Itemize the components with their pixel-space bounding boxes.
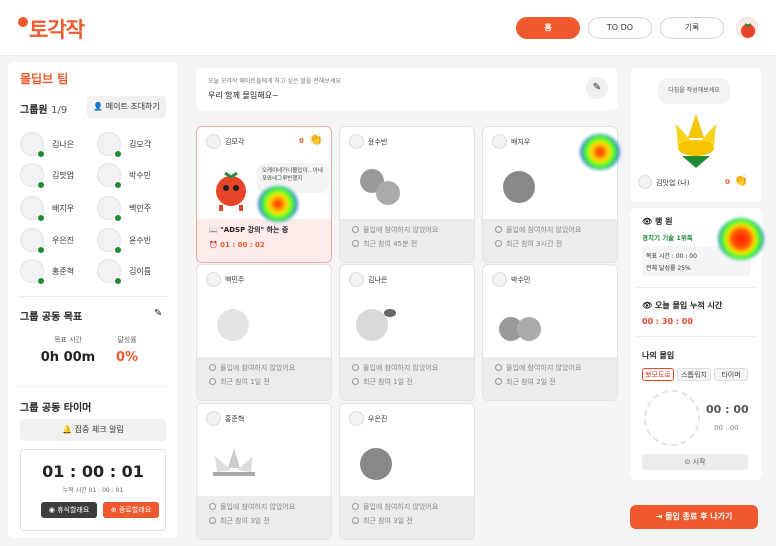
tomato-icon bbox=[360, 448, 392, 480]
exit-focus-button[interactable]: ⇥ 몰입 종료 후 나가기 bbox=[630, 505, 758, 529]
team-title: 몰딥브 팀 bbox=[20, 72, 69, 86]
edit-message-button[interactable]: ✎ bbox=[586, 77, 608, 99]
member-item[interactable]: 홍준혁 bbox=[20, 259, 90, 285]
user-icon: 👤 bbox=[93, 102, 104, 111]
tab-timer[interactable]: 타이머 bbox=[714, 368, 748, 381]
divider bbox=[18, 296, 168, 297]
onion-icon bbox=[217, 309, 249, 341]
eye-icon: 👁 bbox=[642, 217, 653, 226]
cheer-count: 0 bbox=[299, 137, 304, 145]
tab-stopwatch[interactable]: 스톱워치 bbox=[677, 368, 711, 381]
member-item[interactable]: 김맛업 bbox=[20, 163, 90, 189]
member-card[interactable]: 김나은 몰입에 참여하지 않았어요 최근 참여 1일 전 bbox=[339, 264, 475, 401]
member-item[interactable]: 박수민 bbox=[97, 163, 167, 189]
my-goal-rate: 전체 달성률 25% bbox=[646, 265, 691, 272]
profile-avatar[interactable] bbox=[736, 17, 758, 39]
attention-heatmap bbox=[258, 186, 298, 222]
rank-title: 👁 랭 원 bbox=[642, 217, 673, 226]
timer-dial[interactable] bbox=[644, 390, 700, 446]
group-timer-total: 누적 시간 01 : 00 : 01 bbox=[62, 487, 124, 494]
cherry-icon bbox=[499, 317, 541, 341]
nav-record[interactable]: 기록 bbox=[660, 17, 724, 39]
tomato-character-icon bbox=[216, 171, 246, 211]
member-card[interactable]: 윤수빈 몰입에 참여하지 않았어요 최근 참여 45분 전 bbox=[339, 126, 475, 263]
my-cheer-count: 0 bbox=[725, 178, 730, 186]
timer-clock-sub: 00 : 00 bbox=[714, 424, 739, 432]
bell-icon: 🔔 bbox=[62, 425, 73, 434]
pencil-icon: ✎ bbox=[592, 82, 602, 93]
tomato-icon bbox=[503, 171, 535, 203]
timer-clock: 00 : 00 bbox=[706, 403, 749, 416]
message-text[interactable]: 우리 함께 몰입해요~ bbox=[208, 90, 279, 101]
book-icon: 📖 bbox=[209, 226, 218, 234]
team-sidebar: 몰딥브 팀 그룹원 1/9 👤 메이트 초대하기 김나은 김모각 김맛업 박수민… bbox=[8, 62, 178, 538]
member-card[interactable]: 백민주 몰입에 참여하지 않았어요 최근 참여 1일 전 bbox=[196, 264, 332, 401]
clap-icon[interactable]: 👏 bbox=[734, 174, 748, 187]
member-item[interactable]: 김모각 bbox=[97, 132, 167, 158]
my-name: 김맛업 (나) bbox=[656, 179, 690, 187]
resolution-bubble[interactable]: 다짐을 작성해보세요 bbox=[658, 78, 730, 104]
member-card[interactable]: 우은진 몰입에 참여하지 않았어요 최근 참여 3일 전 bbox=[339, 403, 475, 540]
my-profile-panel: 다짐을 작성해보세요 김맛업 (나) 0 👏 bbox=[630, 68, 762, 202]
divider bbox=[18, 386, 168, 387]
goal-time-value: 0h 00m bbox=[40, 350, 96, 365]
start-button[interactable]: ⊙ 시작 bbox=[642, 454, 748, 470]
exit-icon: ⇥ bbox=[655, 512, 663, 521]
attention-heatmap bbox=[580, 134, 620, 170]
nav-todo[interactable]: TO DO bbox=[588, 17, 652, 39]
double-tomato-icon bbox=[360, 169, 400, 205]
clap-icon[interactable]: 👏 bbox=[309, 133, 323, 146]
card-status: 📖 "ADSP 강의" 하는 중 bbox=[209, 226, 289, 234]
play-icon: ⊙ bbox=[684, 458, 691, 466]
app-logo[interactable]: 토각작 bbox=[18, 14, 85, 44]
tab-pomodoro[interactable]: 뽀모도로 bbox=[642, 368, 674, 381]
goal-time-label: 목표 시간 bbox=[54, 336, 82, 344]
group-timer-box: 01 : 00 : 01 누적 시간 01 : 00 : 01 ◉ 휴식할래요 … bbox=[20, 449, 166, 531]
rank-sub: 경치기 기술 1위독 bbox=[642, 234, 693, 242]
group-timer-title: 그룹 공동 타이머 bbox=[20, 403, 92, 414]
message-prompt: 오늘 모각작 메이트들에게 하고 싶은 말을 전해보세요 bbox=[208, 78, 341, 85]
lotus-icon bbox=[213, 448, 255, 476]
my-focus-title: 나의 몰입 bbox=[642, 351, 675, 360]
goal-rate-value: 0% bbox=[115, 350, 139, 365]
today-time: 00 : 30 : 00 bbox=[642, 317, 693, 326]
nav-home[interactable]: 홈 bbox=[516, 17, 580, 39]
edit-icon[interactable]: ✎ bbox=[154, 308, 162, 319]
eye-icon: 👁 bbox=[642, 301, 653, 310]
member-item[interactable]: 백민주 bbox=[97, 196, 167, 222]
member-item[interactable]: 윤수빈 bbox=[97, 228, 167, 254]
member-item[interactable]: 김이름 bbox=[97, 259, 167, 285]
group-goal-title: 그룹 공동 목표 bbox=[20, 312, 83, 323]
message-box: 오늘 모각작 메이트들에게 하고 싶은 말을 전해보세요 우리 함께 몰입해요~… bbox=[196, 68, 618, 110]
card-time: ⏰ 01 : 00 : 02 bbox=[209, 241, 265, 249]
end-button[interactable]: ⊕ 종료할래요 bbox=[103, 502, 159, 518]
today-title: 👁 오늘 몰입 누적 시간 bbox=[642, 301, 723, 310]
tomato-icon bbox=[741, 23, 755, 38]
invite-mate-button[interactable]: 👤 메이트 초대하기 bbox=[87, 96, 166, 118]
orange-icon bbox=[356, 309, 396, 341]
member-card[interactable]: 홍준혁 몰입에 참여하지 않았어요 최근 참여 3일 전 bbox=[196, 403, 332, 540]
member-item[interactable]: 김나은 bbox=[20, 132, 90, 158]
alarm-icon: ⏰ bbox=[209, 241, 218, 249]
focus-alarm-button[interactable]: 🔔 집중 체크 알림 bbox=[20, 419, 166, 441]
member-item[interactable]: 배지우 bbox=[20, 196, 90, 222]
my-goal-time: 목표 시간 : 00 : 00 bbox=[646, 253, 697, 260]
rest-button[interactable]: ◉ 휴식할래요 bbox=[41, 502, 97, 518]
flower-character-icon bbox=[676, 114, 716, 168]
group-timer-value: 01 : 00 : 01 bbox=[42, 462, 144, 481]
attention-heatmap bbox=[718, 218, 764, 260]
goal-rate-label: 달성률 bbox=[117, 336, 137, 344]
top-bar: 토각작 홈 TO DO 기록 bbox=[0, 0, 776, 56]
member-card[interactable]: 박수민 몰입에 참여하지 않았어요 최근 참여 2일 전 bbox=[482, 264, 618, 401]
member-item[interactable]: 우은진 bbox=[20, 228, 90, 254]
members-label: 그룹원 1/9 bbox=[20, 105, 68, 116]
